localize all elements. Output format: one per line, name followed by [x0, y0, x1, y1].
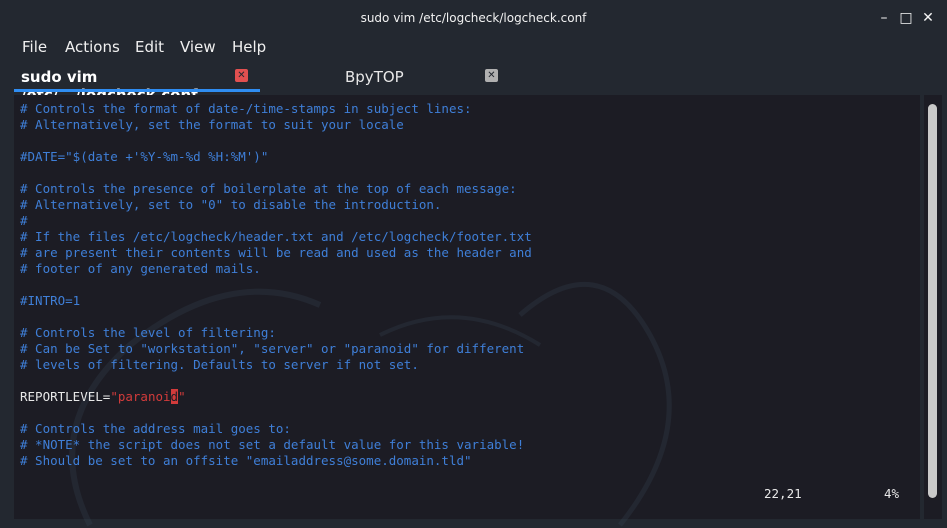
scroll-percent: 4% [884, 486, 900, 501]
menu-actions[interactable]: Actions [65, 38, 120, 56]
menu-file[interactable]: File [22, 38, 47, 56]
active-tab-indicator [14, 89, 260, 92]
code-line: # levels of filtering. Defaults to serve… [20, 357, 419, 372]
tab-bpytop[interactable]: BpyTOP ✕ [330, 62, 510, 92]
code-line: # Controls the format of date-/time-stam… [20, 101, 472, 116]
window-title: sudo vim /etc/logcheck/logcheck.conf [360, 11, 587, 25]
tab-close-icon[interactable]: ✕ [235, 69, 248, 82]
menu-bar: File Actions Edit View Help [0, 36, 947, 60]
text-cursor: d [170, 389, 179, 404]
code-line: # [20, 213, 28, 228]
tab-label: BpyTOP [345, 68, 404, 86]
code-line: #DATE="$(date +'%Y-%m-%d %H:%M')" [20, 149, 269, 164]
code-line: # Controls the level of filtering: [20, 325, 276, 340]
code-line: # Controls the presence of boilerplate a… [20, 181, 517, 196]
code-line: # Should be set to an offsite "emailaddr… [20, 453, 472, 468]
scrollbar-thumb[interactable] [928, 104, 937, 498]
cursor-position: 22,21 [764, 486, 802, 501]
code-line: # Can be Set to "workstation", "server" … [20, 341, 525, 356]
code-line: # If the files /etc/logcheck/header.txt … [20, 229, 532, 244]
menu-view[interactable]: View [180, 38, 216, 56]
tab-bar: sudo vim /etc/.../logcheck.conf ✕ BpyTOP… [0, 62, 947, 104]
tab-close-icon[interactable]: ✕ [485, 69, 498, 82]
code-line: # Alternatively, set to "0" to disable t… [20, 197, 442, 212]
code-line-reportlevel: REPORTLEVEL="paranoid" [20, 389, 186, 404]
code-line: # Controls the address mail goes to: [20, 421, 291, 436]
vim-editor[interactable]: # Controls the format of date-/time-stam… [14, 95, 920, 527]
minimize-icon[interactable]: – [876, 10, 892, 26]
code-line: # *NOTE* the script does not set a defau… [20, 437, 525, 452]
close-icon[interactable]: ✕ [920, 10, 936, 26]
menu-help[interactable]: Help [232, 38, 266, 56]
code-line: # are present their contents will be rea… [20, 245, 532, 260]
code-line: # footer of any generated mails. [20, 261, 261, 276]
maximize-icon[interactable]: □ [898, 10, 914, 26]
tab-logcheck-conf[interactable]: sudo vim /etc/.../logcheck.conf ✕ [0, 62, 270, 104]
terminal-window: sudo vim /etc/logcheck/logcheck.conf – □… [0, 0, 947, 528]
code-line: # Alternatively, set the format to suit … [20, 117, 404, 132]
code-line: #INTRO=1 [20, 293, 81, 308]
title-bar[interactable]: sudo vim /etc/logcheck/logcheck.conf – □… [0, 0, 947, 36]
menu-edit[interactable]: Edit [135, 38, 164, 56]
